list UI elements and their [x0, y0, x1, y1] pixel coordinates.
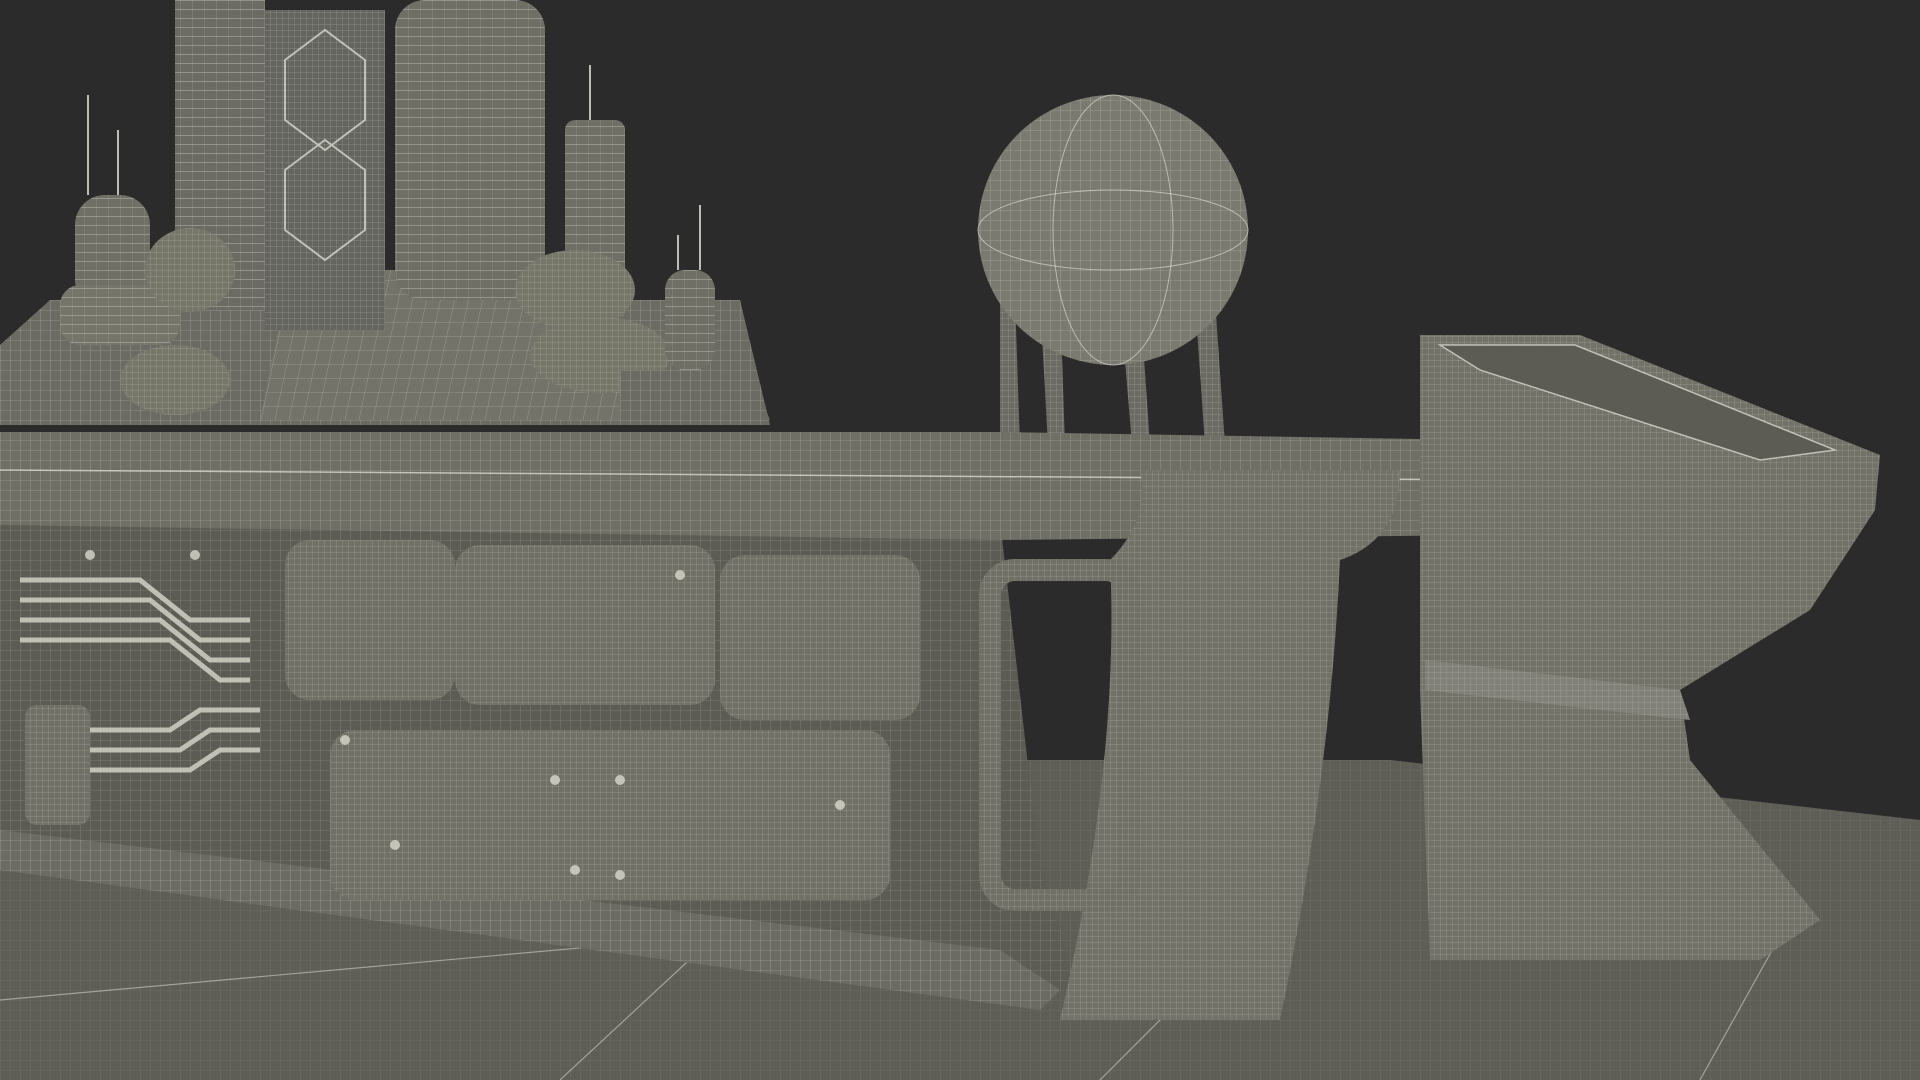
- render-viewport: [0, 0, 1920, 1080]
